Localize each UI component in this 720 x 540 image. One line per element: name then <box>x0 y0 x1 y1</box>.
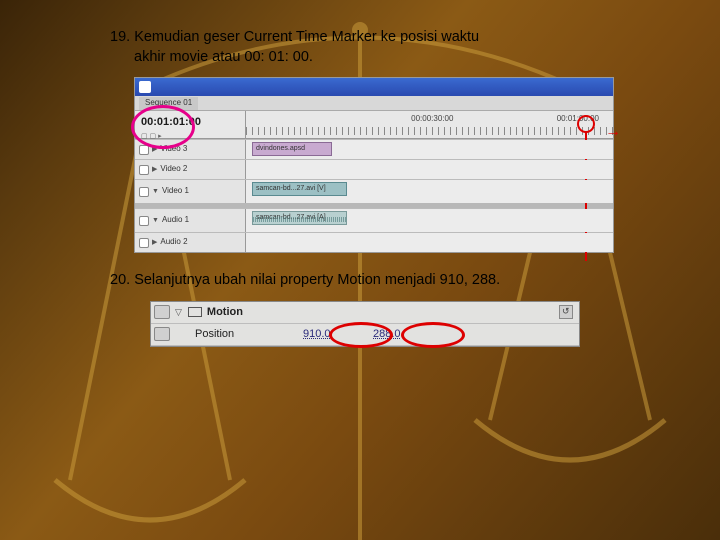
track-body-audio2[interactable] <box>245 233 613 252</box>
waveform <box>253 217 346 222</box>
chevron-down-icon[interactable]: ▼ <box>152 216 159 225</box>
motion-header-row: ▽ Motion <box>151 302 579 324</box>
annotation-circle-magenta <box>131 105 195 149</box>
rect-icon <box>188 307 202 317</box>
motion-label[interactable]: Motion <box>207 305 297 320</box>
reset-button[interactable] <box>559 305 573 319</box>
track-label: Video 1 <box>162 186 189 197</box>
step-text-line2: akhir movie atau 00: 01: 00. <box>110 48 680 68</box>
position-label: Position <box>193 327 273 342</box>
track-label: Audio 2 <box>160 237 187 248</box>
window-titlebar <box>135 78 613 96</box>
track-row-video1: ▼Video 1 samcan-bd...27.avi [V] <box>135 179 613 203</box>
track-body-audio1[interactable]: samcan-bd...27.avi [A] <box>245 209 613 232</box>
step-text-line1: Kemudian geser Current Time Marker ke po… <box>134 29 479 45</box>
slide-content: 19. Kemudian geser Current Time Marker k… <box>0 0 720 347</box>
clip-video3[interactable]: dvindones.apsd <box>252 142 332 156</box>
track-row-audio1: ▼Audio 1 samcan-bd...27.avi [A] <box>135 208 613 232</box>
step-text: Selanjutnya ubah nilai property Motion m… <box>134 272 500 288</box>
track-label: Video 2 <box>160 164 187 175</box>
eye-icon[interactable] <box>139 165 149 175</box>
timecode-cell: 00:01:01:00 ▢ ▢ ▸ <box>135 111 245 138</box>
speaker-icon[interactable] <box>139 238 149 248</box>
time-ruler[interactable]: 00:00:30:00 00:01:00:00 → <box>245 111 613 138</box>
clip-video1[interactable]: samcan-bd...27.avi [V] <box>252 182 347 196</box>
track-header-audio1[interactable]: ▼Audio 1 <box>135 209 245 232</box>
track-body-video1[interactable]: samcan-bd...27.avi [V] <box>245 180 613 203</box>
track-body-video3[interactable]: dvindones.apsd <box>245 140 613 159</box>
ruler-row: 00:01:01:00 ▢ ▢ ▸ 00:00:30:00 00:01:00:0… <box>135 111 613 139</box>
chevron-right-icon[interactable]: ▶ <box>152 238 157 247</box>
track-row-audio2: ▶Audio 2 <box>135 232 613 252</box>
clip-audio1[interactable]: samcan-bd...27.avi [A] <box>252 211 347 225</box>
track-header-video1[interactable]: ▼Video 1 <box>135 180 245 203</box>
step-number: 20. <box>110 272 134 288</box>
track-header-video2[interactable]: ▶Video 2 <box>135 160 245 179</box>
chevron-right-icon[interactable]: ▶ <box>152 165 157 174</box>
track-row-video2: ▶Video 2 <box>135 159 613 179</box>
motion-panel-screenshot: ▽ Motion Position 910.0 288.0 <box>150 301 580 347</box>
track-body-video2[interactable] <box>245 160 613 179</box>
annotation-circle-x <box>329 322 393 348</box>
timeline-screenshot: Sequence 01 00:01:01:00 ▢ ▢ ▸ 00:00:30:0… <box>134 77 614 253</box>
track-row-video3: ▶Video 3 dvindones.apsd <box>135 139 613 159</box>
step-19: 19. Kemudian geser Current Time Marker k… <box>110 28 680 67</box>
sequence-tab-bar: Sequence 01 <box>135 96 613 111</box>
fx-toggle-icon[interactable] <box>151 305 175 319</box>
track-label: Audio 1 <box>162 215 189 226</box>
stopwatch-icon[interactable] <box>151 327 175 341</box>
annotation-circle-y <box>401 322 465 348</box>
step-number: 19. <box>110 29 134 45</box>
step-20: 20. Selanjutnya ubah nilai property Moti… <box>110 271 680 291</box>
chevron-down-icon[interactable]: ▽ <box>175 306 182 318</box>
ruler-tick-mid: 00:00:30:00 <box>411 114 453 125</box>
track-header-audio2[interactable]: ▶Audio 2 <box>135 233 245 252</box>
speaker-icon[interactable] <box>139 216 149 226</box>
chevron-down-icon[interactable]: ▼ <box>152 187 159 196</box>
ruler-ticks <box>246 127 613 135</box>
eye-icon[interactable] <box>139 187 149 197</box>
window-icon <box>139 81 151 93</box>
